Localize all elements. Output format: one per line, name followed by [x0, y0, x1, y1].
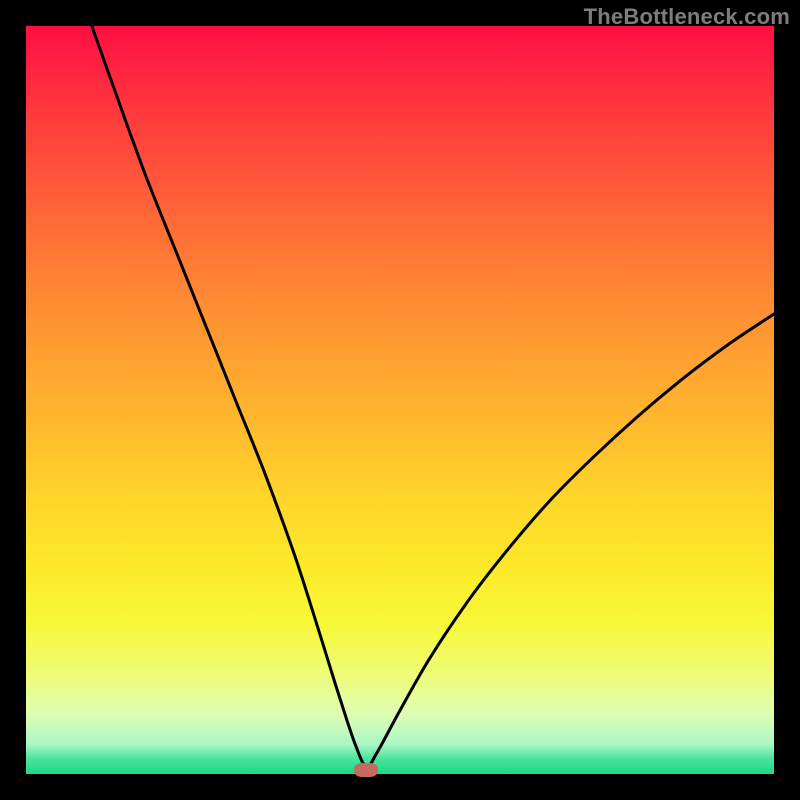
bottleneck-curve [26, 26, 774, 774]
plot-area [26, 26, 774, 774]
min-marker [354, 763, 378, 777]
chart-frame: TheBottleneck.com [0, 0, 800, 800]
